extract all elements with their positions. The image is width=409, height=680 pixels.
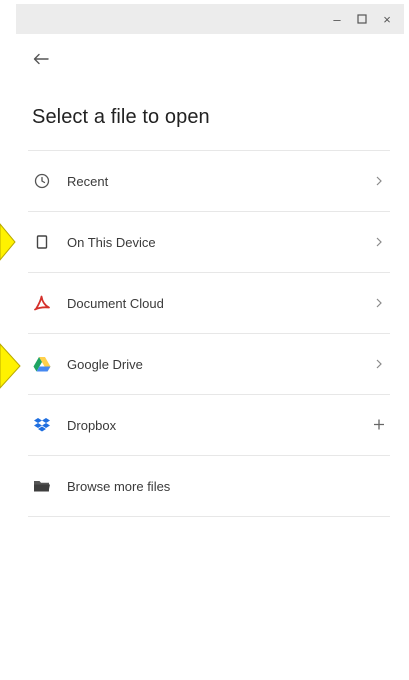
list-item-browse-more-files[interactable]: Browse more files <box>28 456 390 517</box>
chevron-right-icon <box>372 234 386 250</box>
window-titlebar: – × <box>16 4 404 34</box>
document-cloud-icon <box>32 293 52 313</box>
list-item-recent[interactable]: Recent <box>28 151 390 212</box>
minimize-button[interactable]: – <box>328 8 346 30</box>
list-item-label: Browse more files <box>67 478 171 494</box>
chevron-right-icon <box>372 295 386 311</box>
list-item-label: Dropbox <box>67 417 117 433</box>
close-button[interactable]: × <box>378 8 396 30</box>
dropbox-icon <box>32 415 52 435</box>
maximize-icon <box>357 12 367 27</box>
file-source-list: Recent On This Device Document Cloud Goo… <box>28 150 390 517</box>
device-icon <box>32 232 52 252</box>
minimize-icon: – <box>333 11 341 27</box>
google-drive-icon <box>32 354 52 374</box>
list-item-google-drive[interactable]: Google Drive <box>28 334 390 395</box>
back-button[interactable] <box>28 50 54 72</box>
folder-icon <box>32 476 52 496</box>
maximize-button[interactable] <box>353 8 371 30</box>
list-item-document-cloud[interactable]: Document Cloud <box>28 273 390 334</box>
chevron-right-icon <box>372 356 386 372</box>
list-item-label: On This Device <box>67 234 156 250</box>
chevron-right-icon <box>372 173 386 189</box>
list-item-on-this-device[interactable]: On This Device <box>28 212 390 273</box>
plus-icon[interactable] <box>372 415 386 436</box>
close-icon: × <box>383 11 391 27</box>
list-item-label: Google Drive <box>67 356 143 372</box>
back-arrow-icon <box>33 52 49 70</box>
clock-icon <box>32 171 52 191</box>
list-item-dropbox[interactable]: Dropbox <box>28 395 390 456</box>
list-item-label: Recent <box>67 173 109 189</box>
page-title: Select a file to open <box>32 106 210 128</box>
list-item-label: Document Cloud <box>67 295 164 311</box>
